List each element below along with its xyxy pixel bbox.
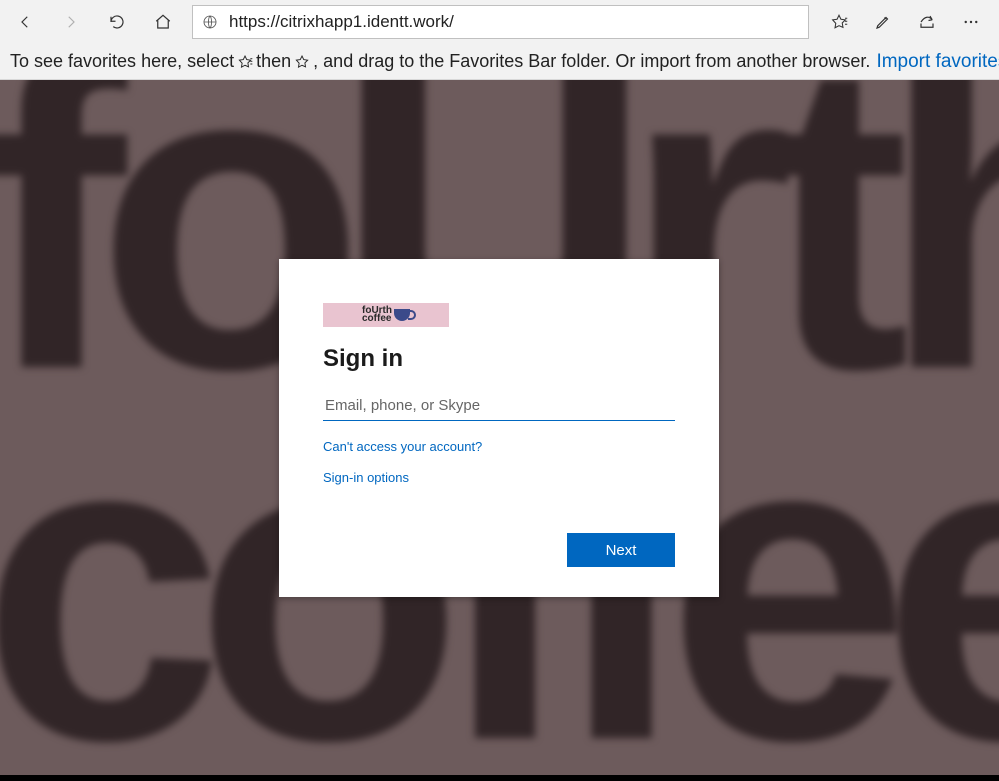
- browser-toolbar: [0, 0, 999, 44]
- signin-title: Sign in: [323, 345, 675, 373]
- favbar-text-1: To see favorites here, select: [10, 51, 234, 72]
- coffee-cup-icon: [394, 309, 410, 321]
- address-bar[interactable]: [192, 5, 809, 39]
- back-button[interactable]: [2, 2, 48, 42]
- favbar-text-2: then: [256, 51, 291, 72]
- signin-card: foUrthcoffee Sign in Can't access your a…: [279, 259, 719, 597]
- home-button[interactable]: [140, 2, 186, 42]
- brand-logo: foUrthcoffee: [323, 303, 449, 327]
- login-name-input[interactable]: [323, 391, 675, 421]
- star-icon: [294, 54, 310, 70]
- notes-button[interactable]: [861, 2, 905, 42]
- signin-options-link[interactable]: Sign-in options: [323, 470, 409, 485]
- favorites-bar: To see favorites here, select then , and…: [0, 44, 999, 80]
- url-input[interactable]: [227, 11, 800, 33]
- more-button[interactable]: [949, 2, 993, 42]
- site-info-icon[interactable]: [201, 13, 219, 31]
- next-button[interactable]: Next: [567, 533, 675, 567]
- brand-text: foUrthcoffee: [362, 307, 392, 323]
- page-content: foUrth coffee foUrthcoffee Sign in Can't…: [0, 80, 999, 781]
- forward-button[interactable]: [48, 2, 94, 42]
- share-button[interactable]: [905, 2, 949, 42]
- refresh-button[interactable]: [94, 2, 140, 42]
- import-favorites-link[interactable]: Import favorites: [876, 51, 999, 73]
- cant-access-link[interactable]: Can't access your account?: [323, 439, 482, 454]
- favbar-text-3: , and drag to the Favorites Bar folder. …: [313, 51, 870, 72]
- toolbar-right: [817, 2, 997, 42]
- favorites-button[interactable]: [817, 2, 861, 42]
- add-favorite-icon: [237, 54, 253, 70]
- bottom-border: [0, 775, 999, 781]
